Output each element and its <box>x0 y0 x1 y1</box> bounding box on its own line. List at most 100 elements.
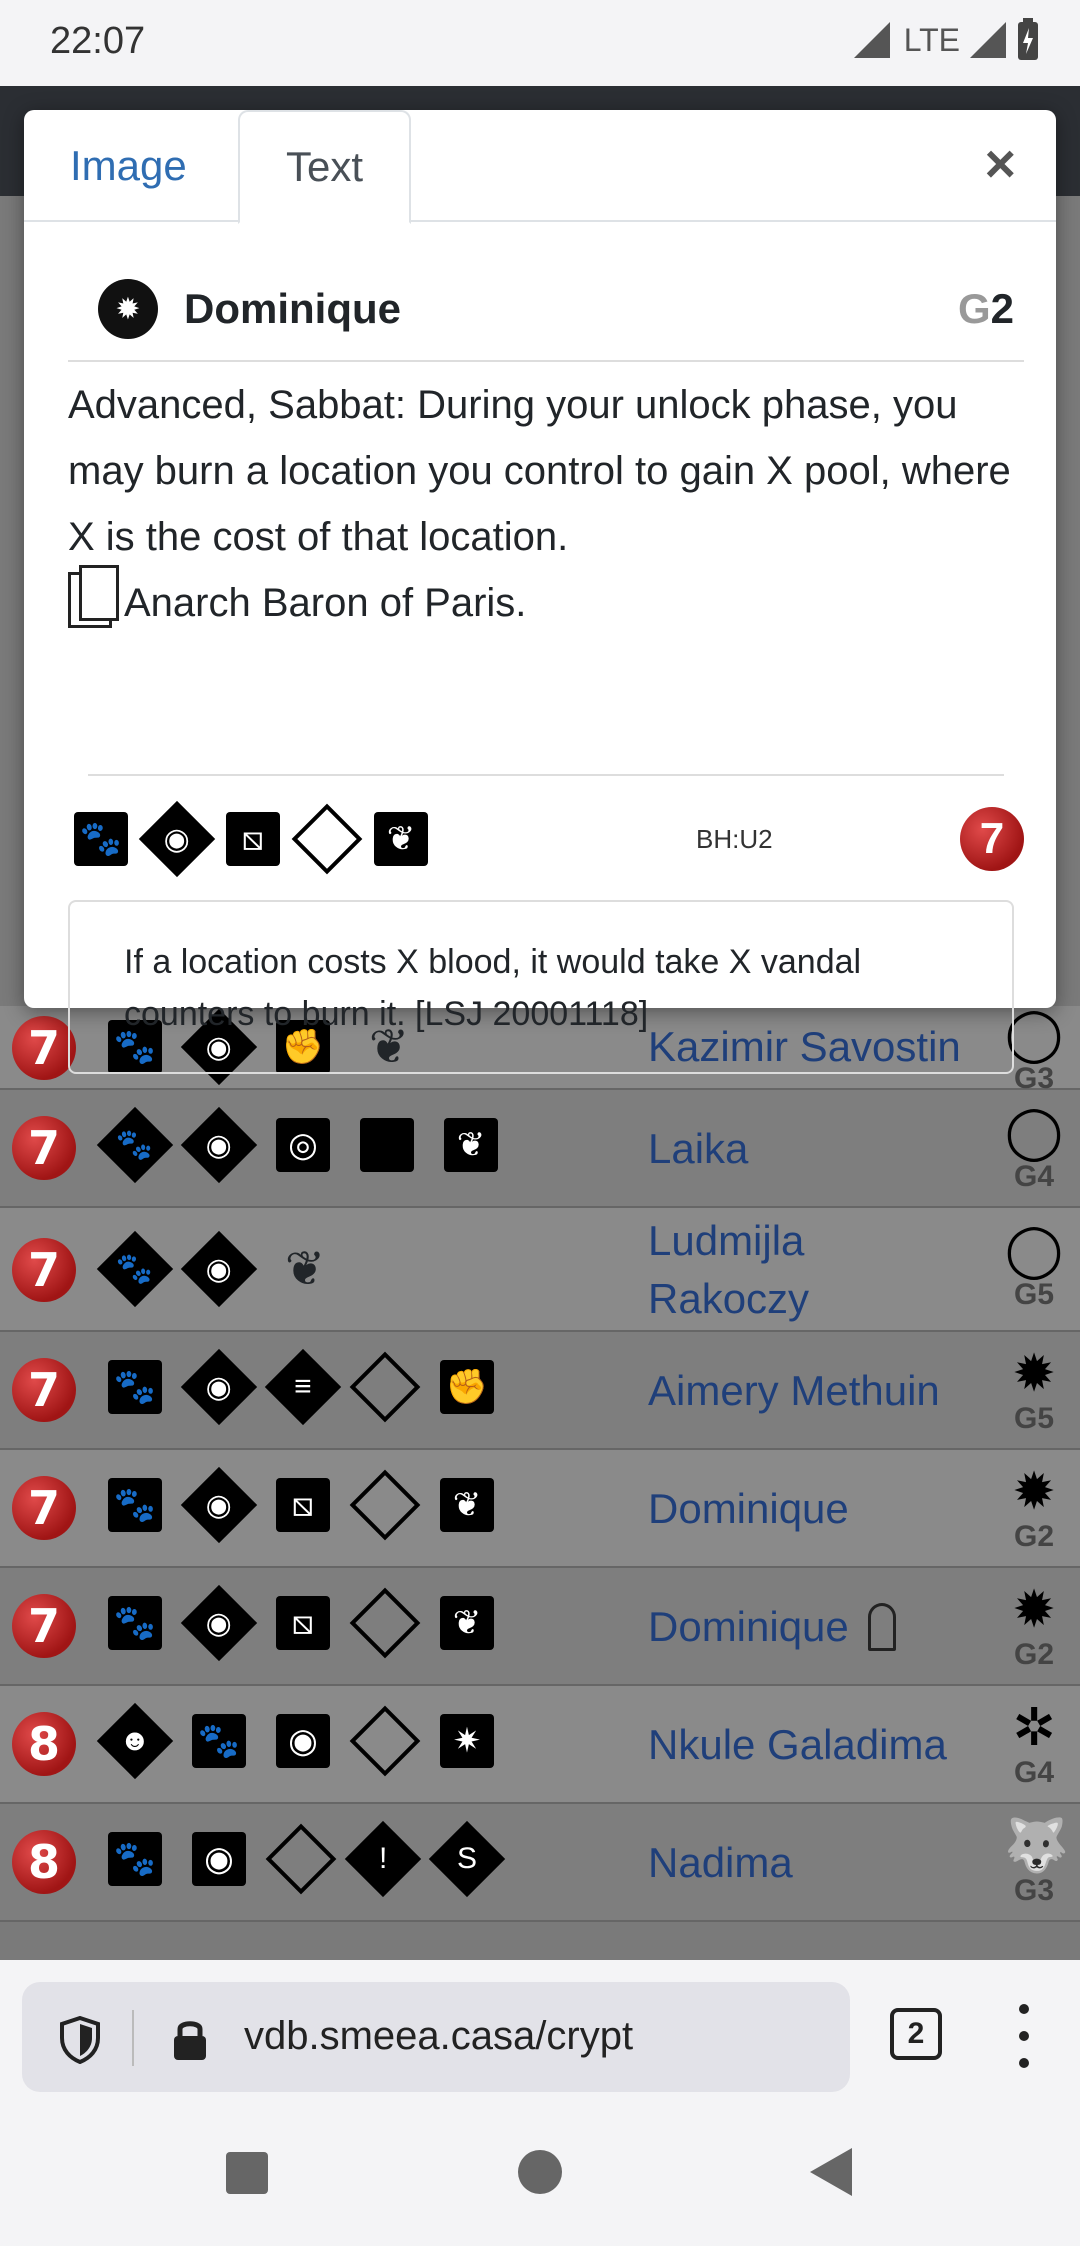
animalism-icon: 🐾 <box>192 1714 246 1768</box>
signal-icon <box>970 22 1006 58</box>
set-label: BH:U2 <box>696 823 773 854</box>
sabbat-icon: ✹ <box>1012 1463 1056 1521</box>
signal-icon <box>853 22 890 58</box>
protean-icon: ❦ <box>374 812 428 866</box>
card-name: Dominique <box>184 285 401 332</box>
ruling-box: If a location costs X blood, it would ta… <box>68 900 1014 1074</box>
group-label: G2 <box>958 285 1014 333</box>
more-menu-icon[interactable] <box>1016 2004 1032 2068</box>
list-item[interactable]: 8 🐾 ◉ ! S Nadima 🐺 G3 <box>0 1804 1080 1922</box>
obfuscate-icon <box>349 1705 421 1777</box>
list-item[interactable]: 7 🐾 ◉ ❦ Ludmijla Rakoczy ◯ G5 <box>0 1208 1080 1332</box>
title-icon <box>68 565 119 628</box>
back-icon[interactable] <box>810 2148 852 2196</box>
obfuscate-icon <box>349 1587 421 1659</box>
group-label: G4 <box>1013 1160 1055 1193</box>
sabbat-icon: ✹ <box>1012 1581 1056 1639</box>
obfuscate-icon <box>349 1469 421 1541</box>
url-text[interactable]: vdb.smeea.casa/crypt <box>244 2014 633 2059</box>
animalism-icon: 🐾 <box>96 1230 174 1308</box>
protean-icon: ❦ <box>440 1596 494 1650</box>
close-button[interactable]: × <box>984 136 1016 192</box>
fortitude-icon: ! <box>344 1820 422 1898</box>
spider-icon: ✲ <box>1012 1699 1056 1757</box>
potence-icon: ✊ <box>440 1360 494 1414</box>
address-bar[interactable]: vdb.smeea.casa/crypt <box>22 1982 850 2092</box>
vampire-name[interactable]: Nkule Galadima <box>648 1716 947 1774</box>
disciplines-row: 🐾 ◉ ⧅ ❦ BH:U2 7 <box>74 800 1024 878</box>
group-label: G2 <box>1013 1520 1055 1553</box>
ruling-text: If a location costs X blood, it would ta… <box>124 943 862 1033</box>
auspex-icon: ◉ <box>180 1348 258 1426</box>
group-label: G2 <box>1013 1638 1055 1671</box>
card-header: ✹ Dominique G2 <box>68 258 1024 362</box>
list-item[interactable]: 7 🐾 ◉ ⧅ ❦ Dominique ✹ G2 <box>0 1450 1080 1568</box>
dominate-icon: ◉ <box>192 1832 246 1886</box>
capacity-icon: 7 <box>12 1016 76 1080</box>
auspex-icon: ◉ <box>180 1106 258 1184</box>
auspex-icon: ◉ <box>180 1230 258 1308</box>
divider <box>88 774 1004 776</box>
card-text: Advanced, Sabbat: During your unlock pha… <box>68 372 1028 636</box>
group-label: G5 <box>1013 1278 1055 1311</box>
capacity-icon: 7 <box>12 1116 76 1180</box>
tabs-button[interactable]: 2 <box>890 2008 942 2060</box>
capacity-icon: 7 <box>12 1238 76 1302</box>
protean-icon: ❦ <box>440 1478 494 1532</box>
shield-icon[interactable] <box>58 2016 102 2064</box>
sabbat-icon: ✹ <box>1012 1345 1056 1403</box>
protean-icon: ❦ <box>284 1243 326 1296</box>
vampire-name-text[interactable]: Dominique <box>648 1603 849 1650</box>
ouroboros-icon: ◯ <box>1004 1103 1064 1161</box>
sabbat-icon: ✹ <box>98 279 158 339</box>
obfuscate-icon <box>291 803 363 875</box>
animalism-icon: 🐾 <box>108 1360 162 1414</box>
dominate-icon: ◉ <box>276 1714 330 1768</box>
divider <box>132 2010 134 2066</box>
list-item[interactable]: 8 ☻ 🐾 ◉ ✷ Nkule Galadima ✲ G4 <box>0 1686 1080 1804</box>
animalism-icon: 🐾 <box>108 1596 162 1650</box>
group-number: 2 <box>990 285 1014 332</box>
wolf-icon: 🐺 <box>1004 1817 1069 1875</box>
fortitude-icon <box>360 1118 414 1172</box>
obfuscate-icon <box>349 1351 421 1423</box>
vampire-name[interactable]: Ludmijla Rakoczy <box>648 1212 848 1328</box>
vampire-name[interactable]: Aimery Methuin <box>648 1362 940 1420</box>
obfuscate-icon <box>265 1823 337 1895</box>
recents-icon[interactable] <box>226 2152 268 2194</box>
capacity-icon: 7 <box>12 1594 76 1658</box>
home-icon[interactable] <box>518 2150 562 2194</box>
browser-toolbar: vdb.smeea.casa/crypt 2 <box>0 1960 1080 2116</box>
dominate-icon: ◎ <box>276 1118 330 1172</box>
group-prefix: G <box>957 285 991 332</box>
status-time: 22:07 <box>50 20 146 62</box>
list-item[interactable]: 7 🐾 ◉ ≡ ✊ Aimery Methuin ✹ G5 <box>0 1332 1080 1450</box>
system-nav-bar <box>0 2116 1080 2246</box>
chimerstry-icon: ⧅ <box>276 1596 330 1650</box>
animalism-icon: 🐾 <box>108 1478 162 1532</box>
capacity-icon: 8 <box>12 1830 76 1894</box>
card-title: Anarch Baron of Paris. <box>124 581 527 625</box>
spiritus-icon: ✷ <box>440 1714 494 1768</box>
vampire-name[interactable]: Laika <box>648 1120 748 1178</box>
animalism-icon: 🐾 <box>74 812 128 866</box>
vampire-name[interactable]: Nadima <box>648 1834 793 1892</box>
lock-icon <box>174 2021 206 2060</box>
tab-image[interactable]: Image <box>24 110 233 222</box>
vampire-name[interactable]: Dominique <box>648 1598 897 1656</box>
capacity-icon: 7 <box>960 807 1024 871</box>
group-label: G3 <box>1013 1874 1055 1907</box>
vampire-name[interactable]: Dominique <box>648 1480 849 1538</box>
card-text-body: Advanced, Sabbat: During your unlock pha… <box>68 383 1011 559</box>
tab-text[interactable]: Text <box>238 110 412 224</box>
celerity-icon: ≡ <box>264 1348 342 1426</box>
capacity-icon: 7 <box>12 1358 76 1422</box>
chimerstry-icon: ⧅ <box>276 1478 330 1532</box>
list-item[interactable]: 7 🐾 ◉ ⧅ ❦ Dominique ✹ G2 <box>0 1568 1080 1686</box>
animalism-icon: 🐾 <box>96 1106 174 1184</box>
modal-tabs: Image Text × <box>24 110 1056 224</box>
group-label: G4 <box>1013 1756 1055 1789</box>
list-item[interactable]: 7 🐾 ◉ ◎ ❦ Laika ◯ G4 <box>0 1090 1080 1208</box>
presence-icon: ☻ <box>96 1702 174 1780</box>
auspex-icon: ◉ <box>180 1584 258 1662</box>
